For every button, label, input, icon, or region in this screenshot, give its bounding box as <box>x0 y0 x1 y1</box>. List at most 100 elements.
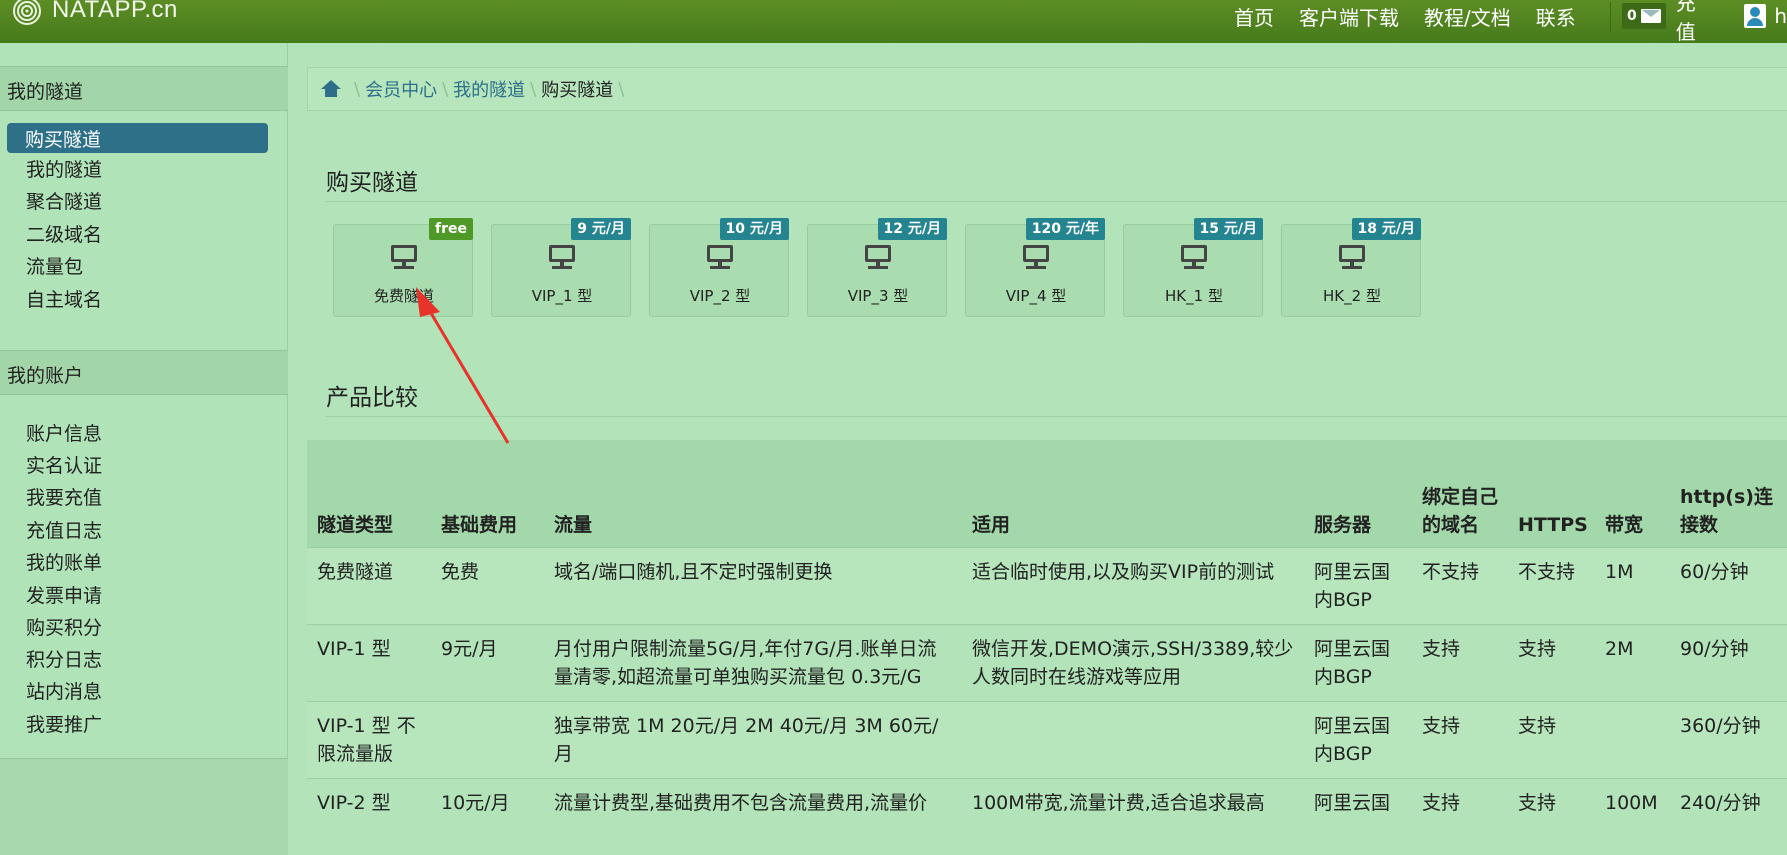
spiral-logo-icon <box>13 0 41 25</box>
table-cell: 阿里云国 <box>1304 777 1412 827</box>
tile-vip2[interactable]: 10 元/月 VIP_2 型 <box>649 218 789 317</box>
home-icon[interactable] <box>321 80 341 98</box>
section-divider <box>326 201 1787 202</box>
table-cell: 9元/月 <box>431 623 544 701</box>
brand[interactable]: NATAPP.cn <box>12 0 178 28</box>
table-cell: 支持 <box>1412 700 1508 778</box>
buy-section-title: 购买隧道 <box>326 170 418 196</box>
user-menu[interactable]: h <box>1744 4 1787 28</box>
envelope-icon <box>1640 9 1661 23</box>
sidebar-item-my-tunnels[interactable]: 我的隧道 <box>26 155 102 182</box>
sidebar-item-verification[interactable]: 实名认证 <box>26 451 102 478</box>
sidebar-item-my-bills[interactable]: 我的账单 <box>26 548 102 575</box>
table-cell: 240/分钟 <box>1670 777 1787 827</box>
messages-button[interactable]: 0 <box>1622 3 1666 29</box>
column-header: 流量 <box>544 440 962 547</box>
tile-free-tunnel[interactable]: free 免费隧道 <box>333 218 473 317</box>
tile-label: VIP_3 型 <box>847 287 909 305</box>
sidebar-item-aggregate-tunnels[interactable]: 聚合隧道 <box>26 187 102 214</box>
nav-divider <box>1610 2 1611 32</box>
tile-label: VIP_4 型 <box>1005 287 1067 305</box>
sidebar-item-messages[interactable]: 站内消息 <box>26 677 102 704</box>
table-cell: 100M带宽,流量计费,适合追求最高 <box>962 777 1304 827</box>
sidebar-item-recharge-log[interactable]: 充值日志 <box>26 516 102 543</box>
sidebar-item-referral[interactable]: 我要推广 <box>26 710 102 737</box>
tile-vip1[interactable]: 9 元/月 VIP_1 型 <box>491 218 631 317</box>
breadcrumb-separator: \ <box>530 78 537 100</box>
sidebar-item-buy-tunnel[interactable]: 购买隧道 <box>7 123 268 153</box>
brand-name: NATAPP.cn <box>52 0 178 23</box>
column-header: 服务器 <box>1304 440 1412 547</box>
recharge-link[interactable]: 充值 <box>1676 0 1703 45</box>
sidebar-item-custom-domain[interactable]: 自主域名 <box>26 285 102 312</box>
table-cell: 阿里云国内BGP <box>1304 623 1412 701</box>
table-cell: 免费 <box>431 546 544 624</box>
top-navbar: NATAPP.cn 首页 客户端下载 教程/文档 联系 0 充值 h <box>0 0 1787 44</box>
table-cell: 360/分钟 <box>1670 700 1787 778</box>
nav-client-download[interactable]: 客户端下载 <box>1299 2 1399 31</box>
table-cell: 100M <box>1595 777 1670 827</box>
nav-home[interactable]: 首页 <box>1234 2 1274 31</box>
table-cell <box>962 700 1304 778</box>
table-cell: 域名/端口随机,且不定时强制更换 <box>544 546 962 624</box>
table-cell: 60/分钟 <box>1670 546 1787 624</box>
column-header: 绑定自己的域名 <box>1412 440 1508 547</box>
table-row: VIP-1 型 不限流量版 独享带宽 1M 20元/月 2M 40元/月 3M … <box>307 700 1787 778</box>
tile-label: HK_1 型 <box>1165 287 1223 305</box>
table-cell: 阿里云国内BGP <box>1304 700 1412 778</box>
nav-contact[interactable]: 联系 <box>1536 2 1576 31</box>
column-header: 带宽 <box>1595 440 1670 547</box>
sidebar-group-tunnels[interactable]: 我的隧道 <box>0 66 288 111</box>
table-cell: 支持 <box>1412 623 1508 701</box>
main-content: \ 会员中心 \ 我的隧道 \ 购买隧道 \ 购买隧道 free 免费隧道 9 … <box>289 43 1787 855</box>
sidebar-item-subdomain[interactable]: 二级域名 <box>26 220 102 247</box>
sidebar-footer <box>0 759 288 855</box>
price-badge: 18 元/月 <box>1351 218 1421 240</box>
table-cell: 支持 <box>1508 623 1595 701</box>
price-badge: free <box>429 218 473 240</box>
table-row: 免费隧道 免费 域名/端口随机,且不定时强制更换 适合临时使用,以及购买VIP前… <box>307 546 1787 624</box>
desktop-icon <box>1023 245 1049 271</box>
breadcrumb: \ 会员中心 \ 我的隧道 \ 购买隧道 \ <box>307 67 1787 111</box>
sidebar-item-recharge[interactable]: 我要充值 <box>26 483 102 510</box>
table-cell: 阿里云国内BGP <box>1304 546 1412 624</box>
breadcrumb-member-center[interactable]: 会员中心 <box>365 76 437 102</box>
breadcrumb-separator: \ <box>354 78 361 100</box>
tile-label: HK_2 型 <box>1323 287 1381 305</box>
sidebar-item-account-info[interactable]: 账户信息 <box>26 419 102 446</box>
comparison-table: 隧道类型 基础费用 流量 适用 服务器 绑定自己的域名 HTTPS 带宽 htt… <box>307 440 1787 827</box>
table-cell: 不支持 <box>1412 546 1508 624</box>
section-divider <box>326 416 1787 417</box>
table-cell: 支持 <box>1508 777 1595 827</box>
desktop-icon <box>1181 245 1207 271</box>
sidebar-item-invoice[interactable]: 发票申请 <box>26 581 102 608</box>
breadcrumb-current: 购买隧道 <box>541 80 614 101</box>
table-cell: 支持 <box>1412 777 1508 827</box>
desktop-icon <box>865 245 891 271</box>
sidebar-item-traffic-pack[interactable]: 流量包 <box>26 252 83 279</box>
table-cell: VIP-2 型 <box>307 777 431 827</box>
table-row: VIP-2 型 10元/月 流量计费型,基础费用不包含流量费用,流量价 100M… <box>307 777 1787 827</box>
tile-hk1[interactable]: 15 元/月 HK_1 型 <box>1123 218 1263 317</box>
table-cell: 2M <box>1595 623 1670 701</box>
desktop-icon <box>1339 245 1365 271</box>
table-cell: 1M <box>1595 546 1670 624</box>
sidebar-item-points-log[interactable]: 积分日志 <box>26 645 102 672</box>
nav-docs[interactable]: 教程/文档 <box>1424 2 1511 31</box>
username: h <box>1774 4 1787 28</box>
table-cell: 不支持 <box>1508 546 1595 624</box>
table-cell: 独享带宽 1M 20元/月 2M 40元/月 3M 60元/月 <box>544 700 962 778</box>
column-header: http(s)连接数 <box>1670 440 1787 547</box>
table-cell: 适合临时使用,以及购买VIP前的测试 <box>962 546 1304 624</box>
sidebar-item-buy-points[interactable]: 购买积分 <box>26 613 102 640</box>
tile-vip3[interactable]: 12 元/月 VIP_3 型 <box>807 218 947 317</box>
message-count: 0 <box>1627 8 1637 24</box>
sidebar-group-account[interactable]: 我的账户 <box>0 350 288 395</box>
tile-hk2[interactable]: 18 元/月 HK_2 型 <box>1281 218 1421 317</box>
price-badge: 9 元/月 <box>571 218 631 240</box>
table-cell: 免费隧道 <box>307 546 431 624</box>
table-row: VIP-1 型 9元/月 月付用户限制流量5G/月,年付7G/月.账单日流量清零… <box>307 623 1787 701</box>
nav-right: 0 充值 h <box>1622 0 1787 44</box>
tile-vip4[interactable]: 120 元/年 VIP_4 型 <box>965 218 1105 317</box>
breadcrumb-my-tunnels[interactable]: 我的隧道 <box>453 76 525 102</box>
